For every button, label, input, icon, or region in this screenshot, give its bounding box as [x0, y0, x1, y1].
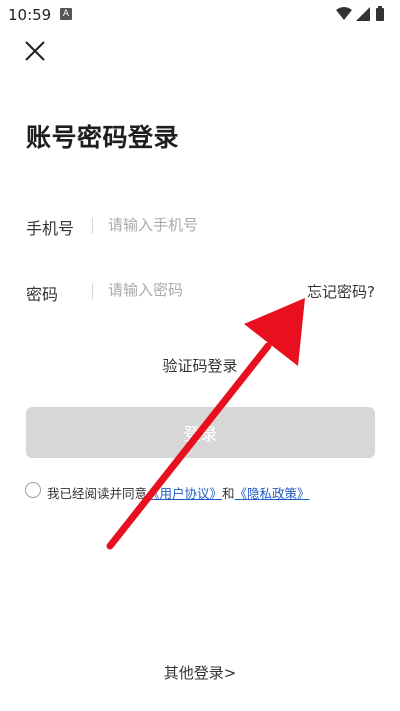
status-bar: 10:59 A [0, 0, 400, 30]
status-time: 10:59 [8, 6, 52, 24]
phone-label: 手机号 [26, 219, 75, 238]
battery-icon [376, 8, 384, 21]
agreement-prefix: 我已经阅读并同意 [47, 486, 148, 501]
forgot-password-link[interactable]: 忘记密码? [307, 281, 375, 302]
user-agreement-link[interactable]: 《用户协议》 [147, 486, 222, 501]
page-title: 账号密码登录 [26, 123, 180, 152]
password-label: 密码 [26, 285, 59, 304]
close-icon [25, 41, 45, 61]
agreement-text: 我已经阅读并同意《用户协议》和《隐私政策》 [47, 483, 310, 502]
sms-login-link[interactable]: 验证码登录 [0, 355, 400, 376]
other-login-link[interactable]: 其他登录> [0, 662, 400, 683]
wifi-icon [336, 7, 352, 20]
close-button[interactable] [22, 38, 48, 64]
status-icons [336, 6, 384, 21]
login-button[interactable]: 登录 [26, 407, 375, 458]
signal-icon [356, 7, 370, 21]
agreement-conjunction: 和 [222, 486, 235, 501]
a-icon: A [60, 8, 72, 20]
password-divider [92, 283, 93, 299]
phone-input[interactable] [108, 213, 288, 237]
agreement-checkbox[interactable] [25, 482, 41, 498]
password-input[interactable] [108, 278, 278, 302]
phone-divider [92, 218, 93, 234]
privacy-policy-link[interactable]: 《隐私政策》 [235, 486, 310, 501]
